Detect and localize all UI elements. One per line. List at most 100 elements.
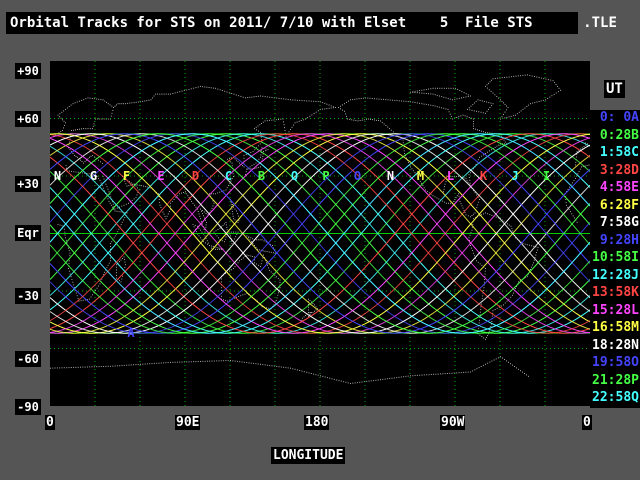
coast-dot [407,375,409,377]
coast-dot [258,249,260,251]
coast-dot [533,259,535,261]
coast-dot [487,213,489,215]
coast-dot [268,267,269,269]
coast-dot [84,366,86,368]
coast-dot [283,124,285,126]
coast-dot [96,98,98,100]
coast-dot [443,96,445,98]
coast-dot [491,320,493,322]
coast-dot [508,116,510,118]
legend-item: 18:28N [590,337,640,355]
coast-dot [232,204,233,206]
coast-dot [231,208,233,210]
coast-dot [359,381,361,383]
coast-dot [71,279,73,280]
coast-dot [173,199,175,200]
coast-dot [250,168,252,170]
coast-dot [412,101,414,103]
coast-dot [454,199,456,200]
coast-dot [186,89,188,91]
coast-dot [470,172,471,174]
coast-dot [413,170,414,172]
coast-dot [448,111,450,113]
coast-dot [489,150,490,152]
coast-dot [151,363,153,365]
coast-dot [118,211,120,213]
coast-dot [465,93,467,95]
coast-dot [98,98,100,100]
coast-dot [131,102,133,104]
coast-dot [100,99,102,101]
coast-dot [257,125,259,127]
coast-dot [209,245,210,246]
coast-dot [471,109,473,111]
coast-dot [108,191,110,193]
coast-dot [269,365,271,366]
coast-dot [522,74,524,76]
coast-dot [430,374,432,375]
coast-dot [210,87,212,89]
coast-dot [143,185,144,187]
coast-dot [68,367,70,369]
coast-dot [481,336,483,337]
coast-dot [506,300,508,302]
coast-dot [449,113,451,115]
coast-dot [306,371,308,373]
x-axis-title: LONGITUDE [271,447,346,464]
coast-dot [467,94,469,96]
coast-dot [226,229,228,231]
coast-dot [467,96,469,97]
coast-dot [75,171,77,173]
coast-dot [165,93,167,95]
coast-dot [472,370,474,372]
coast-dot [296,99,298,101]
coast-dot [470,371,471,373]
coast-dot [87,128,89,130]
coast-dot [483,131,484,133]
lon-label-180: 180 [304,415,330,430]
coast-dot [299,370,301,371]
coast-dot [301,100,303,102]
coast-dot [221,240,223,242]
coast-dot [222,224,224,226]
coast-dot [122,275,123,277]
coast-dot [488,89,490,91]
coast-dot [104,100,106,102]
coast-dot [170,202,171,204]
coast-dot [251,96,253,98]
coast-dot [309,312,311,314]
coast-dot [423,103,425,105]
coast-dot [254,149,256,151]
coast-dot [308,372,310,374]
coast-dot [307,117,309,119]
coast-dot [526,244,528,246]
coast-dot [137,101,139,103]
world-map: N G F E D C B Q P O N M L K J I A [50,61,590,406]
coast-dot [290,99,291,101]
coast-dot [483,289,485,291]
coast-dot [291,126,293,128]
coast-dot [467,108,468,110]
coast-dot [125,264,126,266]
coast-dot [93,98,95,100]
coast-dot [425,189,426,191]
coast-dot [77,129,78,130]
coast-dot [245,171,247,173]
coast-dot [309,300,311,302]
coast-dot [326,108,328,110]
coast-dot [283,98,285,100]
coast-dot [490,102,492,104]
coast-dot [330,105,332,107]
coast-dot [344,110,345,112]
coast-dot [445,97,447,99]
coast-dot [233,93,235,95]
coast-dot [333,378,335,380]
coast-dot [403,150,405,152]
coast-dot [86,366,88,368]
coast-dot [174,361,176,363]
coast-dot [114,235,116,237]
legend-item: 22:58Q [590,390,640,408]
coast-dot [444,186,445,188]
coast-dot [416,374,418,376]
coast-dot [470,105,472,107]
